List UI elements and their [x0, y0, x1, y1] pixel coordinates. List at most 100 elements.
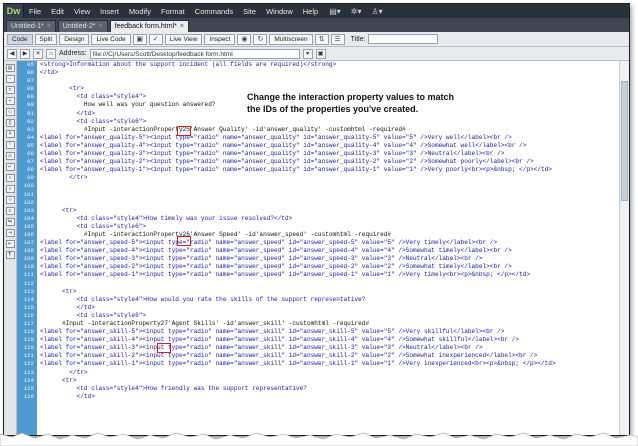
home-icon[interactable]: ⌂	[46, 48, 56, 59]
tab-feedback-form[interactable]: feedback form.html* ×	[109, 20, 189, 32]
word-wrap-icon[interactable]: ↵	[5, 163, 15, 171]
stop-icon[interactable]: ✕	[33, 48, 43, 59]
code-line[interactable]: 116 <td class="style6">	[17, 312, 619, 320]
code-line[interactable]: 103 <tr>	[17, 207, 619, 215]
code-line[interactable]: 104 <td class="style4">How timely was yo…	[17, 215, 619, 223]
code-line[interactable]: 86 </td>	[17, 69, 619, 77]
tab-untitled-2[interactable]: Untitled-2* ×	[57, 20, 108, 32]
menu-window[interactable]: Window	[261, 7, 298, 16]
validate-icon[interactable]: ✓	[148, 33, 163, 45]
code-line[interactable]: 110 <label for="answer_speed-2"><input ty…	[17, 263, 619, 271]
code-line[interactable]: 99 </tr>	[17, 174, 619, 182]
open-documents-icon[interactable]: ▤	[5, 64, 15, 72]
comment-icon[interactable]: «	[5, 174, 15, 182]
code-line[interactable]: 106 #Input -interactionProperty26'Answer…	[17, 231, 619, 239]
code-line[interactable]: 85 <strong>Information about the support …	[17, 61, 619, 69]
move-css-icon[interactable]: ⇆	[5, 218, 15, 226]
collapse-tag-icon[interactable]: −	[5, 75, 15, 83]
code-line[interactable]: 87	[17, 77, 619, 85]
scrollbar-thumb[interactable]	[621, 81, 628, 201]
menu-site[interactable]: Site	[238, 7, 261, 16]
file-management-icon[interactable]: ⇅	[314, 33, 329, 45]
code-line[interactable]: 123 </tr>	[17, 369, 619, 377]
wrap-tag-icon[interactable]: ‹›	[5, 196, 15, 204]
code-view-button[interactable]: Code	[7, 33, 33, 45]
code-line[interactable]: 119 <label for="answer_skill-4"><input ty…	[17, 336, 619, 344]
refresh-icon[interactable]: ↻	[253, 33, 268, 45]
menu-format[interactable]: Format	[156, 7, 190, 16]
outdent-icon[interactable]: ⇤	[5, 240, 15, 248]
address-input[interactable]: file:///C|/Users/Scott/Desktop/feedback …	[89, 48, 300, 59]
menu-edit[interactable]: Edit	[46, 7, 69, 16]
uncomment-icon[interactable]: »	[5, 185, 15, 193]
forward-icon[interactable]: ▶	[20, 48, 30, 59]
code-line[interactable]: 113 <tr>	[17, 288, 619, 296]
code-line[interactable]: 96 <label for="answer_quality-3"><input t…	[17, 150, 619, 158]
preview-icon[interactable]: ◉	[237, 33, 252, 45]
indent-icon[interactable]: ⇥	[5, 229, 15, 237]
code-line[interactable]: 95 <label for="answer_quality-4"><input t…	[17, 142, 619, 150]
options-icon[interactable]: ☰	[330, 33, 345, 45]
code-line[interactable]: 107 <label for="answer_speed-5"><input ty…	[17, 239, 619, 247]
balance-braces-icon[interactable]: {}	[5, 119, 15, 127]
browser-check-icon[interactable]: ▣	[132, 33, 147, 45]
live-code-button[interactable]: Live Code	[91, 33, 131, 45]
vertical-scrollbar[interactable]	[619, 61, 629, 435]
code-line[interactable]: 105 <td class="style6">	[17, 223, 619, 231]
layout-icon[interactable]: ▤▾	[329, 7, 341, 16]
code-line[interactable]: 108 <label for="answer_speed-4"><input ty…	[17, 247, 619, 255]
code-line[interactable]: 122 <label for="answer_skill-1"><input ty…	[17, 360, 619, 368]
code-lines[interactable]: 85 <strong>Information about the support …	[17, 61, 619, 435]
menu-help[interactable]: Help	[298, 7, 323, 16]
inspect-button[interactable]: Inspect	[204, 33, 236, 45]
browse-icon[interactable]: ▣	[315, 48, 326, 59]
code-line[interactable]: 124 <tr>	[17, 377, 619, 385]
highlight-invalid-icon[interactable]: !	[5, 141, 15, 149]
menu-file[interactable]: File	[24, 7, 46, 16]
code-line[interactable]: 126 </td>	[17, 393, 619, 401]
live-view-button[interactable]: Live View	[164, 33, 203, 45]
code-line[interactable]: 102	[17, 199, 619, 207]
multiscreen-button[interactable]: Multiscreen	[269, 33, 313, 45]
code-line[interactable]: 121 <label for="answer_skill-2"><input ty…	[17, 352, 619, 360]
syntax-error-icon[interactable]: ⚠	[5, 152, 15, 160]
code-line[interactable]: 125 <td class="style4">How friendly was …	[17, 385, 619, 393]
code-line[interactable]: 111 <label for="answer_speed-1"><input ty…	[17, 271, 619, 279]
close-icon[interactable]: ×	[47, 23, 51, 30]
code-editor[interactable]: ▤ − ± + ◇ {} # ! ⚠ ↵ « » ‹› ≡ ⇆ ⇥ ⇤ ¶ 85…	[4, 61, 629, 435]
select-parent-tag-icon[interactable]: ◇	[5, 108, 15, 116]
menu-view[interactable]: View	[69, 7, 95, 16]
close-icon[interactable]: ×	[98, 23, 102, 30]
code-line[interactable]: 120 <label for="answer_skill-3"><input ty…	[17, 344, 619, 352]
address-dropdown-icon[interactable]: ▾	[302, 48, 313, 59]
code-line[interactable]: 112	[17, 280, 619, 288]
code-line[interactable]: 101	[17, 191, 619, 199]
design-view-button[interactable]: Design	[59, 33, 90, 45]
menu-modify[interactable]: Modify	[124, 7, 156, 16]
menu-insert[interactable]: Insert	[95, 7, 124, 16]
code-line[interactable]: 94 <label for="answer_quality-5"><input t…	[17, 134, 619, 142]
code-line[interactable]: 93 #Input -interactionProperty25'Answer …	[17, 126, 619, 134]
expand-all-icon[interactable]: +	[5, 97, 15, 105]
title-input[interactable]	[367, 34, 438, 44]
code-line[interactable]: 97 <label for="answer_quality-2"><input t…	[17, 158, 619, 166]
back-icon[interactable]: ◀	[7, 48, 17, 59]
recent-snippets-icon[interactable]: ≡	[5, 207, 15, 215]
gear-icon[interactable]: ✲▾	[351, 7, 362, 16]
split-view-button[interactable]: Split	[34, 33, 58, 45]
code-line[interactable]: 92 <td class="style6">	[17, 118, 619, 126]
collapse-selection-icon[interactable]: ±	[5, 86, 15, 94]
menu-commands[interactable]: Commands	[190, 7, 238, 16]
code-line[interactable]: 98 <label for="answer_quality-1"><input t…	[17, 166, 619, 174]
line-numbers-icon[interactable]: #	[5, 130, 15, 138]
code-line[interactable]: 118 <label for="answer_skill-5"><input ty…	[17, 328, 619, 336]
tab-untitled-1[interactable]: Untitled-1* ×	[6, 20, 56, 32]
format-source-icon[interactable]: ¶	[5, 251, 15, 259]
code-line[interactable]: 114 <td class="style4">How would you rat…	[17, 296, 619, 304]
code-line[interactable]: 100	[17, 182, 619, 190]
code-line[interactable]: 109 <label for="answer_speed-3"><input ty…	[17, 255, 619, 263]
code-line[interactable]: 117 #Input -interactionProperty27'Agent …	[17, 320, 619, 328]
close-icon[interactable]: ×	[180, 23, 184, 30]
code-line[interactable]: 115 </td>	[17, 304, 619, 312]
user-icon[interactable]: ♙▾	[372, 7, 383, 16]
